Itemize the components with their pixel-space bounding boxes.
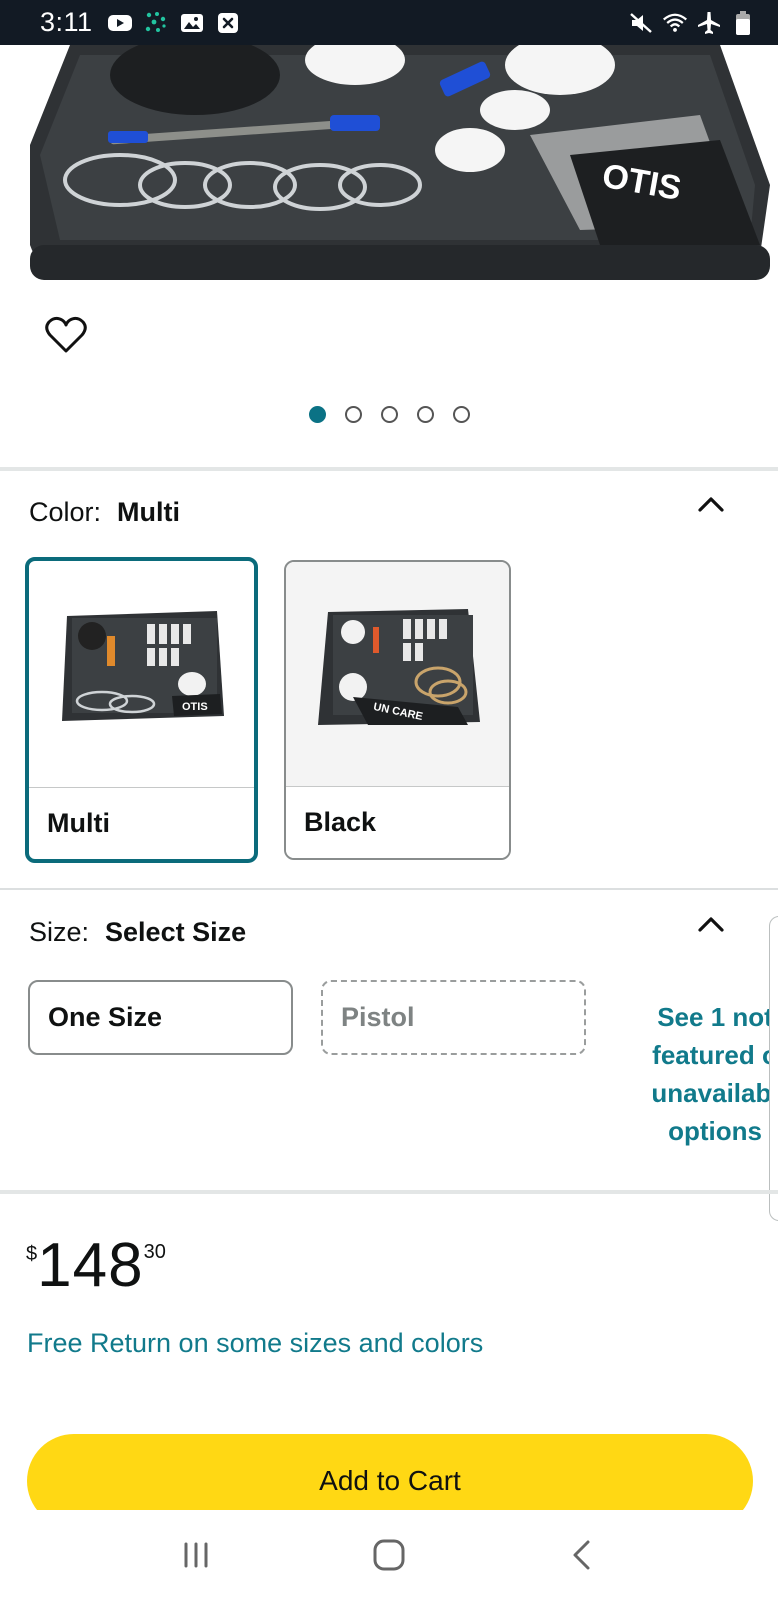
image-icon: [179, 10, 205, 36]
carousel-dot-1[interactable]: [308, 406, 326, 423]
status-bar: 3:11: [0, 0, 778, 45]
price-fraction: 30: [143, 1241, 166, 1263]
color-swatch-black[interactable]: UN CARE Black: [284, 560, 511, 860]
size-option-one-size[interactable]: One Size: [28, 980, 293, 1055]
carousel-dot-4[interactable]: [416, 406, 434, 423]
side-panel-edge: [769, 916, 778, 1221]
wishlist-heart-icon[interactable]: [44, 315, 92, 359]
section-divider: [0, 1190, 778, 1194]
section-divider: [0, 467, 778, 471]
carousel-dot-2[interactable]: [344, 406, 362, 423]
svg-text:OTIS: OTIS: [182, 701, 208, 713]
collapse-size-chevron-up-icon[interactable]: [696, 914, 726, 934]
dots-icon: [143, 10, 169, 36]
size-label: Size:: [29, 917, 90, 947]
section-divider: [0, 888, 778, 890]
youtube-icon: [107, 10, 133, 36]
status-icons-left: [107, 10, 241, 36]
see-unavailable-options-link[interactable]: See 1 not featured o unavailabl options: [620, 998, 778, 1150]
free-return-link[interactable]: Free Return on some sizes and colors: [27, 1328, 483, 1359]
color-swatch-multi-image: OTIS: [29, 561, 254, 781]
airplane-icon: [696, 10, 722, 36]
size-label-row: Size: Select Size: [29, 917, 246, 948]
price: $ 148 30: [26, 1235, 166, 1297]
home-icon[interactable]: [359, 1525, 419, 1585]
status-time: 3:11: [40, 7, 93, 37]
color-selected-value: Multi: [117, 497, 181, 527]
system-nav-bar: [0, 1510, 778, 1600]
color-swatch-multi-label: Multi: [29, 787, 254, 859]
color-swatch-black-image: UN CARE: [286, 562, 509, 782]
price-currency-symbol: $: [26, 1243, 38, 1265]
status-icons-right: [628, 10, 756, 36]
color-label-row: Color: Multi: [29, 497, 180, 528]
image-carousel-dots: [0, 406, 778, 423]
mute-icon: [628, 10, 654, 36]
price-whole: 148: [37, 1231, 144, 1300]
carousel-dot-5[interactable]: [452, 406, 470, 423]
recent-apps-icon[interactable]: [166, 1525, 226, 1585]
color-label: Color:: [29, 497, 102, 527]
collapse-color-chevron-up-icon[interactable]: [696, 494, 726, 514]
color-swatch-multi[interactable]: OTIS Multi: [25, 557, 258, 863]
battery-icon: [730, 10, 756, 36]
product-image[interactable]: OTIS: [0, 45, 778, 295]
wifi-icon: [662, 10, 688, 36]
close-box-icon: [215, 10, 241, 36]
size-option-pistol[interactable]: Pistol: [321, 980, 586, 1055]
color-swatch-black-label: Black: [286, 786, 509, 858]
carousel-dot-3[interactable]: [380, 406, 398, 423]
size-selected-value: Select Size: [105, 917, 247, 947]
screen: 3:11 OTIS Color: Multi OTIS Multi UN CAR…: [0, 0, 778, 1600]
back-icon[interactable]: [552, 1525, 612, 1585]
